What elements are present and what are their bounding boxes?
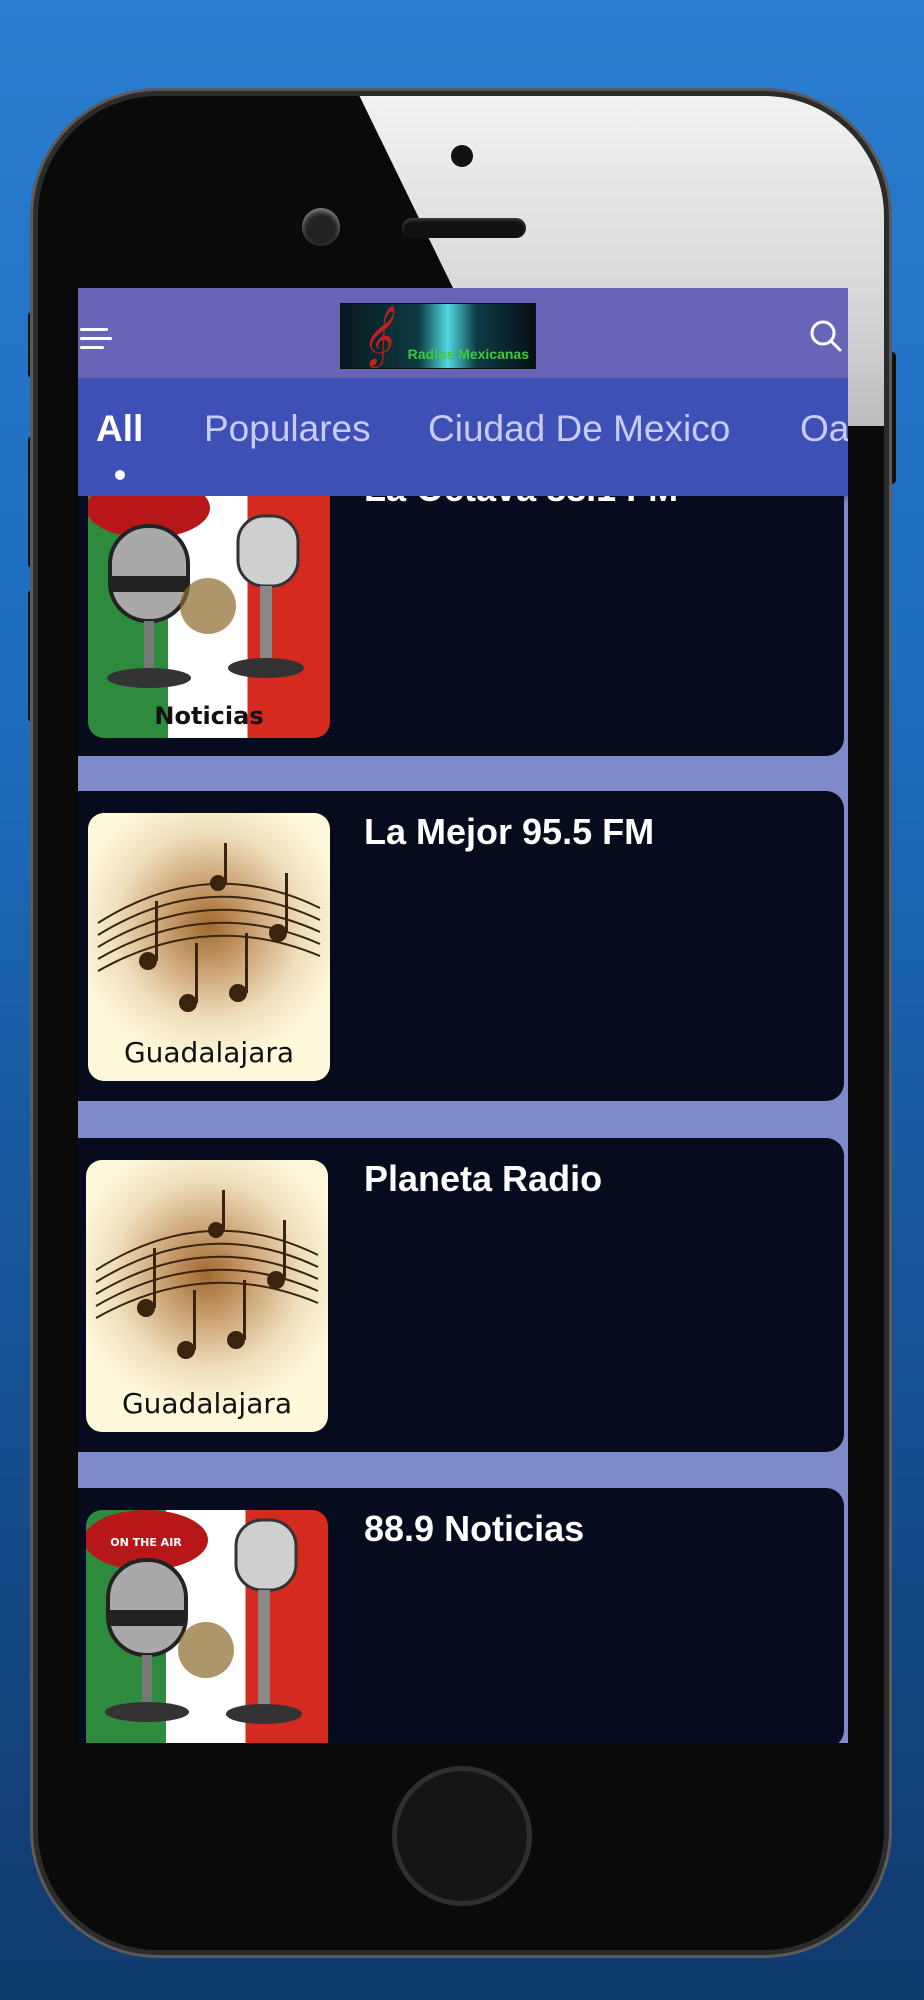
station-name: 88.9 Noticias [364, 1508, 585, 1549]
volume-up-button [28, 436, 38, 568]
station-card[interactable]: 88.9 Noticias ON THE AIR [78, 1488, 844, 1743]
svg-text:ON THE AIR: ON THE AIR [110, 1536, 182, 1549]
thumbnail-caption: Guadalajara [123, 1036, 295, 1069]
tab-ciudad-de-mexico[interactable]: Ciudad De Mexico [428, 408, 730, 450]
station-name: La Octava 88.1 FM [364, 496, 678, 510]
logo-glyph: 𝄞 [361, 306, 392, 366]
station-thumbnail: Guadalajara [88, 813, 330, 1081]
thumbnail-caption: Noticias [154, 702, 264, 730]
station-thumbnail: ON THE AIR [86, 1510, 328, 1743]
tab-all[interactable]: All [96, 408, 143, 450]
station-name: Planeta Radio [364, 1158, 603, 1199]
station-thumbnail: Noticias [88, 496, 330, 738]
proximity-sensor [451, 145, 473, 167]
category-tabs: All Populares Ciudad De Mexico Oa [78, 378, 848, 496]
tab-oa[interactable]: Oa [800, 408, 848, 450]
search-icon[interactable] [808, 318, 842, 352]
power-button [886, 352, 896, 484]
tab-populares[interactable]: Populares [204, 408, 371, 450]
earpiece-speaker [402, 218, 526, 238]
logo-text: Radios Mexicanas [407, 346, 529, 362]
volume-down-button [28, 590, 38, 722]
front-camera [302, 208, 340, 246]
microphone-icon: ON THE AIR [86, 1510, 302, 1724]
silent-switch [28, 312, 38, 378]
station-card[interactable]: Planeta Radio Guadalajara [78, 1138, 844, 1452]
menu-icon[interactable] [80, 328, 112, 356]
station-card[interactable]: La Octava 88.1 FM Noticias [78, 496, 844, 756]
station-list: La Octava 88.1 FM Noticias La Mejor 95. [78, 496, 848, 1743]
app-bar: 𝄞 Radios Mexicanas [78, 288, 848, 378]
home-button[interactable] [392, 1766, 532, 1906]
app-screen: 𝄞 Radios Mexicanas All Populares Ciudad … [78, 288, 848, 1743]
station-thumbnail: Guadalajara [86, 1160, 328, 1432]
app-logo: 𝄞 Radios Mexicanas [340, 303, 536, 369]
thumbnail-caption: Guadalajara [121, 1387, 293, 1420]
station-name: La Mejor 95.5 FM [364, 811, 655, 852]
station-card[interactable]: La Mejor 95.5 FM Guadalajara [78, 791, 844, 1101]
active-tab-indicator [115, 470, 125, 480]
